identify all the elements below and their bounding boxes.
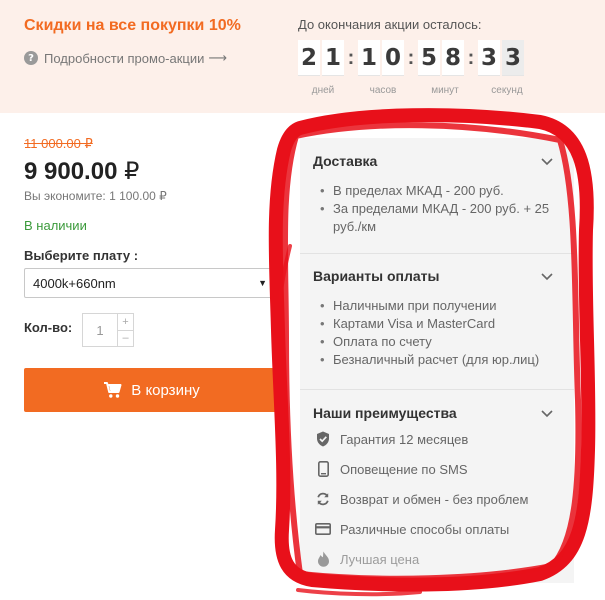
- chevron-down-icon[interactable]: [540, 272, 554, 282]
- list-item: В пределах МКАД - 200 руб.: [320, 182, 560, 200]
- question-icon: ?: [24, 51, 38, 65]
- countdown-digit: 3: [478, 40, 500, 76]
- quantity-increment-button[interactable]: +: [118, 314, 133, 331]
- chevron-down-icon[interactable]: [540, 409, 554, 419]
- countdown-unit-minutes: минут: [431, 85, 459, 96]
- caret-down-icon: ▼: [258, 278, 267, 288]
- countdown-unit-days: дней: [311, 85, 335, 96]
- delivery-section-title[interactable]: Доставка: [313, 153, 377, 169]
- divider: [300, 389, 574, 390]
- list-item: За пределами МКАД - 200 руб. + 25 руб./к…: [320, 200, 560, 236]
- currency-symbol: ₽: [124, 158, 140, 185]
- refresh-icon: [315, 491, 331, 507]
- list-item: Наличными при получении: [320, 297, 560, 315]
- countdown-digit: 2: [298, 40, 320, 76]
- countdown-separator: :: [347, 46, 355, 69]
- board-select-label: Выберите плату :: [24, 248, 139, 263]
- payment-list: Наличными при получении Картами Visa и M…: [320, 297, 560, 369]
- countdown-digit: 3: [502, 40, 524, 76]
- delivery-list: В пределах МКАД - 200 руб. За пределами …: [320, 182, 560, 236]
- advantage-item: Различные способы оплаты: [315, 519, 509, 539]
- countdown-digits: 2 1 : 1 0 : 5 8 : 3 3: [298, 40, 526, 76]
- countdown-title: До окончания акции осталось:: [298, 17, 482, 32]
- advantage-item: Лучшая цена: [315, 549, 419, 569]
- credit-card-icon: [315, 521, 331, 537]
- advantage-item: Гарантия 12 месяцев: [315, 429, 468, 449]
- quantity-input[interactable]: 1: [82, 313, 118, 347]
- countdown-units: дней часов минут секунд: [298, 85, 538, 99]
- quantity-decrement-button[interactable]: –: [118, 331, 133, 347]
- advantages-section-title[interactable]: Наши преимущества: [313, 405, 457, 421]
- payment-section-title[interactable]: Варианты оплаты: [313, 268, 440, 284]
- shield-check-icon: [315, 431, 331, 447]
- countdown-digit: 5: [418, 40, 440, 76]
- advantage-label: Различные способы оплаты: [340, 521, 510, 537]
- list-item: Безналичный расчет (для юр.лиц): [320, 351, 560, 369]
- countdown-digit: 8: [442, 40, 464, 76]
- advantage-label: Возврат и обмен - без проблем: [340, 491, 529, 507]
- chevron-down-icon[interactable]: [540, 157, 554, 167]
- current-price-value: 9 900.00: [24, 158, 118, 185]
- current-price: 9 900.00 ₽: [24, 157, 139, 186]
- board-select[interactable]: 4000k+660nm ▼: [24, 268, 274, 298]
- info-panel: Доставка В пределах МКАД - 200 руб. За п…: [300, 138, 574, 583]
- countdown-separator: :: [467, 46, 475, 69]
- old-price: 11 000.00 ₽: [24, 136, 93, 151]
- quantity-label: Кол-во:: [24, 320, 73, 335]
- promo-details-label: Подробности промо-акции: [44, 50, 205, 66]
- divider: [300, 253, 574, 254]
- countdown-unit-hours: часов: [369, 85, 397, 96]
- add-to-cart-label: В корзину: [131, 381, 200, 399]
- promo-title: Скидки на все покупки 10%: [24, 17, 241, 34]
- advantage-label: Лучшая цена: [340, 551, 420, 567]
- quantity-stepper: + –: [118, 313, 134, 347]
- countdown-digit: 0: [382, 40, 404, 76]
- advantage-item: Возврат и обмен - без проблем: [315, 489, 528, 509]
- countdown-digit: 1: [358, 40, 380, 76]
- phone-icon: [315, 461, 331, 477]
- cart-icon: [104, 382, 122, 398]
- countdown-separator: :: [407, 46, 415, 69]
- list-item: Картами Visa и MasterCard: [320, 315, 560, 333]
- advantage-label: Гарантия 12 месяцев: [340, 431, 469, 447]
- add-to-cart-button[interactable]: В корзину: [24, 368, 279, 412]
- savings-text: Вы экономите: 1 100.00 ₽: [24, 189, 167, 203]
- promo-banner: Скидки на все покупки 10% ? Подробности …: [0, 0, 605, 113]
- flame-icon: [315, 551, 331, 567]
- board-select-value: 4000k+660nm: [33, 275, 116, 291]
- advantage-label: Оповещение по SMS: [340, 461, 468, 477]
- arrow-right-icon: ⟶: [208, 50, 228, 65]
- availability-status: В наличии: [24, 218, 87, 233]
- advantage-item: Оповещение по SMS: [315, 459, 468, 479]
- list-item: Оплата по счету: [320, 333, 560, 351]
- countdown-unit-seconds: секунд: [491, 85, 523, 96]
- promo-details-link[interactable]: ? Подробности промо-акции ⟶: [24, 50, 227, 66]
- countdown-digit: 1: [322, 40, 344, 76]
